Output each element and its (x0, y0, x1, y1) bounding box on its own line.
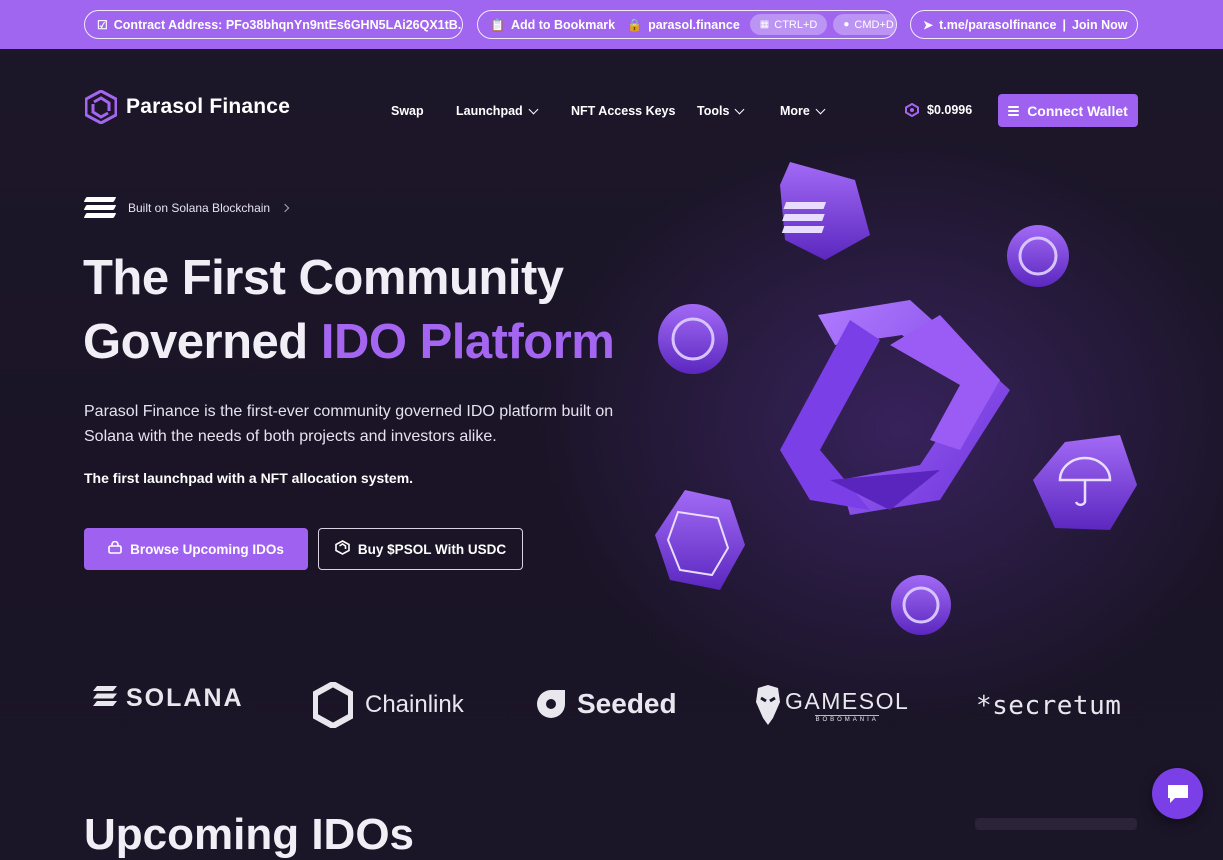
partner-secretum[interactable]: *secretum (976, 691, 1121, 721)
filter-control[interactable] (975, 818, 1137, 830)
nav-more[interactable]: More (780, 104, 826, 118)
mac-shortcut: ● CMD+D (833, 14, 896, 35)
windows-shortcut: ▦ CTRL+D (749, 14, 828, 35)
partner-gamesol-sub: BOBOMANIA (815, 714, 879, 723)
telegram-pill[interactable]: ➤ t.me/parasolfinance | Join Now (910, 10, 1138, 39)
bookmark-pill[interactable]: 📋 Add to Bookmark 🔒 parasol.finance ▦ CTR… (477, 10, 897, 39)
gamesol-mask-icon (756, 685, 780, 725)
nft-hex-icon (655, 490, 745, 590)
hero-title: The First Community Governed IDO Platfor… (83, 246, 615, 374)
hero-tagline: The first launchpad with a NFT allocatio… (84, 470, 414, 486)
partner-chainlink-label: Chainlink (365, 691, 464, 718)
contract-address: Contract Address: PFo38bhqnYn9ntEs6GHN5L… (113, 17, 463, 32)
nav-swap-label: Swap (391, 104, 424, 118)
chevron-right-icon (280, 203, 290, 212)
parasol-logo-icon (335, 540, 350, 558)
windows-icon: ▦ (759, 19, 770, 30)
browse-upcoming-idos-button[interactable]: Browse Upcoming IDOs (84, 528, 308, 570)
upcoming-idos-heading: Upcoming IDOs (84, 810, 415, 859)
chainlink-hexagon-icon (313, 682, 353, 728)
cmd-shortcut-label: CMD+D (854, 18, 894, 31)
lock-icon (108, 540, 122, 557)
hero-title-accent: IDO Platform (320, 315, 615, 369)
partner-seeded-label: Seeded (577, 688, 677, 719)
hero-title-plain: Governed (83, 315, 321, 369)
telegram-link: t.me/parasolfinance (939, 17, 1057, 32)
large-parasol-logo-icon (780, 300, 1010, 515)
coin-icon (891, 575, 951, 635)
partner-solana[interactable]: SOLANA (92, 684, 244, 713)
partner-secretum-label: *secretum (976, 691, 1122, 721)
join-now-link: Join Now (1071, 17, 1128, 32)
hero-illustration (655, 162, 1137, 635)
hero-title-line1: The First Community (83, 251, 564, 305)
buy-psol-button[interactable]: Buy $PSOL With USDC (318, 528, 523, 570)
bookmark-label: Add to Bookmark (510, 17, 616, 32)
chevron-down-icon (528, 104, 539, 114)
menu-lines-icon (1008, 104, 1020, 118)
built-on-solana-link[interactable]: Built on Solana Blockchain (83, 194, 290, 221)
lock-icon: 🔒 (627, 17, 643, 32)
partner-seeded[interactable]: Seeded (535, 688, 677, 720)
domain-label: parasol.finance (648, 17, 740, 32)
partner-chainlink[interactable]: Chainlink (313, 682, 464, 728)
chat-bubble-icon (1167, 784, 1188, 803)
partner-gamesol-label: GAMESOL (785, 687, 910, 714)
buy-psol-label: Buy $PSOL With USDC (357, 541, 507, 557)
solana-icon (92, 685, 118, 712)
umbrella-hex-icon (1033, 435, 1137, 530)
parasol-logo-icon (85, 90, 117, 124)
nav-tools-label: Tools (697, 104, 730, 118)
seeded-icon (537, 690, 565, 718)
coin-icon (1007, 225, 1069, 287)
chevron-down-icon (815, 104, 826, 114)
brand-name: Parasol Finance (126, 95, 291, 118)
nav-launchpad[interactable]: Launchpad (456, 104, 539, 118)
clipboard-icon: 📋 (490, 17, 505, 32)
token-price: $0.0996 (905, 103, 972, 117)
divider: | (1062, 17, 1066, 32)
contract-address-pill[interactable]: ☑ Contract Address: PFo38bhqnYn9ntEs6GHN… (84, 10, 463, 39)
solana-icon (83, 194, 117, 221)
chat-support-button[interactable] (1152, 768, 1203, 819)
brand-logo[interactable]: Parasol Finance (85, 90, 290, 124)
partner-gamesol[interactable]: GAMESOL BOBOMANIA (755, 684, 909, 726)
apple-icon: ● (843, 19, 850, 30)
browse-upcoming-label: Browse Upcoming IDOs (130, 541, 284, 557)
coin-icon (658, 304, 728, 374)
hero-description: Parasol Finance is the first-ever commun… (84, 403, 614, 445)
nav-more-label: More (780, 104, 810, 118)
check-circle-icon: ☑ (97, 17, 108, 32)
telegram-icon: ➤ (923, 17, 934, 32)
nav-nft-label: NFT Access Keys (571, 104, 676, 118)
hero-title-line2: Governed IDO Platform (83, 310, 615, 374)
nav-launchpad-label: Launchpad (456, 104, 523, 118)
price-value: $0.0996 (927, 103, 973, 117)
built-on-label: Built on Solana Blockchain (128, 200, 271, 215)
nav-swap[interactable]: Swap (391, 104, 424, 118)
connect-wallet-button[interactable]: Connect Wallet (998, 94, 1138, 127)
ctrl-shortcut-label: CTRL+D (774, 18, 818, 31)
connect-wallet-label: Connect Wallet (1027, 102, 1128, 119)
nav-nft-access-keys[interactable]: NFT Access Keys (571, 104, 675, 118)
psol-token-icon (905, 103, 919, 117)
nav-tools[interactable]: Tools (697, 104, 745, 118)
gamesol-wordmark: GAMESOL BOBOMANIA (785, 688, 909, 723)
announcement-bar: ☑ Contract Address: PFo38bhqnYn9ntEs6GHN… (0, 0, 1223, 49)
partner-solana-label: SOLANA (126, 684, 244, 712)
solana-hex-icon (780, 162, 870, 260)
chevron-down-icon (734, 104, 745, 114)
